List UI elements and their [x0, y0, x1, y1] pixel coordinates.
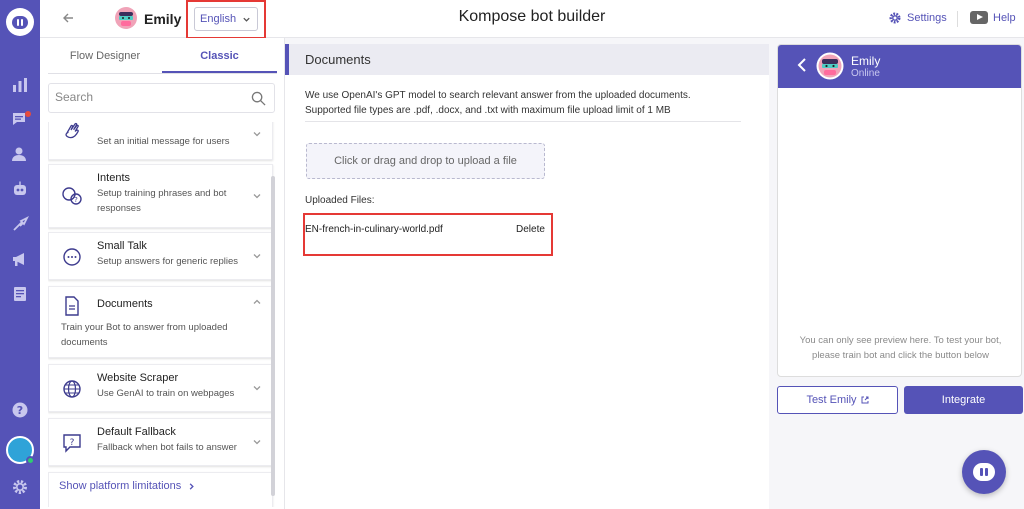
tab-classic[interactable]: Classic — [162, 46, 277, 73]
chat-bubble-icon — [973, 463, 995, 481]
chevron-down-icon[interactable] — [252, 250, 262, 260]
users-icon[interactable] — [11, 145, 29, 163]
list-item-small-talk[interactable]: Small Talk Setup answers for generic rep… — [48, 232, 273, 280]
documents-info: We use OpenAI's GPT model to search rele… — [305, 88, 725, 118]
settings-icon[interactable] — [11, 478, 29, 496]
help-icon[interactable]: ? — [11, 401, 29, 419]
analytics-icon[interactable] — [11, 76, 29, 94]
reports-icon[interactable] — [11, 285, 29, 303]
builder-tabs: Flow Designer Classic — [48, 46, 277, 73]
test-bot-button[interactable]: Test Emily — [777, 386, 898, 414]
fallback-icon: ? — [61, 432, 83, 454]
list-item-documents[interactable]: Documents Train your Bot to answer from … — [48, 286, 273, 358]
list-item-desc: Set an initial message for users — [97, 136, 230, 147]
file-upload-dropzone[interactable]: Click or drag and drop to upload a file — [306, 143, 545, 179]
chevron-down-icon[interactable] — [252, 190, 262, 200]
settings-label: Settings — [907, 12, 947, 24]
test-bot-label: Test Emily — [806, 394, 857, 406]
bot-name: Emily — [144, 11, 182, 27]
bot-avatar — [114, 6, 138, 30]
youtube-icon — [970, 11, 988, 24]
language-value: English — [200, 13, 237, 25]
notification-dot — [25, 111, 31, 117]
list-item-default-fallback[interactable]: ? Default Fallback Fallback when bot fai… — [48, 418, 273, 466]
list-item-desc: Use GenAI to train on webpages — [97, 388, 235, 399]
intents-icon: ? — [61, 185, 83, 207]
left-rail: ? — [0, 0, 40, 509]
back-arrow-icon[interactable] — [60, 10, 76, 26]
delete-file-button[interactable]: Delete — [516, 224, 545, 235]
preview-note: You can only see preview here. To test y… — [778, 333, 1021, 363]
top-bar: Emily English Kompose bot builder Settin… — [40, 0, 1024, 39]
list-item-desc: Setup training phrases and bot responses — [97, 188, 227, 214]
gear-icon — [889, 12, 901, 24]
list-item-desc: Fallback when bot fails to answer — [97, 442, 237, 453]
scrollbar[interactable] — [271, 176, 275, 496]
list-item-website-scraper[interactable]: Website Scraper Use GenAI to train on we… — [48, 364, 273, 412]
svg-text:?: ? — [74, 196, 78, 204]
help-label: Help — [993, 11, 1016, 24]
preview-note-line: You can only see preview here. To test y… — [799, 335, 1002, 346]
chevron-down-icon[interactable] — [252, 436, 262, 446]
list-item-title: Intents — [97, 172, 131, 184]
chat-status: Online — [851, 68, 880, 79]
search-box — [48, 83, 275, 113]
preview-note-line: please train bot and click the button be… — [812, 350, 989, 361]
uploaded-files-label: Uploaded Files: — [305, 195, 375, 206]
chevron-down-icon — [242, 15, 251, 24]
list-item-title: Website Scraper — [97, 372, 179, 384]
settings-button[interactable]: Settings — [888, 11, 947, 25]
wave-hand-icon — [61, 122, 83, 143]
user-avatar[interactable] — [6, 436, 35, 465]
tab-divider — [48, 73, 277, 74]
list-item-desc: Setup answers for generic replies — [97, 256, 238, 267]
integrations-icon[interactable] — [11, 215, 29, 233]
chat-bot-name: Emily — [851, 54, 881, 68]
document-icon — [61, 295, 83, 317]
feature-list: Set an initial message for users ? Inten… — [48, 122, 280, 507]
globe-icon — [61, 378, 83, 400]
chevron-up-icon[interactable] — [252, 296, 262, 306]
chat-launcher-button[interactable] — [962, 450, 1006, 494]
bot-avatar — [816, 52, 844, 80]
list-item-intents[interactable]: ? Intents Setup training phrases and bot… — [48, 164, 273, 228]
platform-limitations-label: Show platform limitations — [59, 480, 182, 492]
divider — [305, 121, 741, 122]
section-title: Documents — [285, 44, 769, 75]
chevron-left-icon[interactable] — [796, 58, 808, 72]
campaigns-icon[interactable] — [11, 250, 29, 268]
info-line: We use OpenAI's GPT model to search rele… — [305, 90, 691, 101]
platform-limitations-link[interactable]: Show platform limitations — [59, 480, 196, 492]
list-item-title: Small Talk — [97, 240, 147, 252]
svg-text:?: ? — [17, 404, 23, 417]
language-select[interactable]: English — [194, 7, 258, 31]
chevron-down-icon[interactable] — [252, 382, 262, 392]
documents-section: Documents We use OpenAI's GPT model to s… — [285, 44, 769, 509]
info-line: Supported file types are .pdf, .docx, an… — [305, 105, 671, 116]
chat-header: Emily Online — [778, 45, 1021, 88]
online-indicator — [26, 456, 35, 465]
list-item-title: Default Fallback — [97, 426, 176, 438]
divider — [957, 11, 958, 27]
chat-bubble-icon — [61, 246, 83, 268]
external-link-icon — [861, 396, 869, 404]
bot-builder-panel: Flow Designer Classic Set an initial mes… — [40, 38, 285, 509]
help-button[interactable]: Help — [970, 11, 1016, 24]
logo-icon[interactable] — [6, 8, 34, 36]
chevron-down-icon[interactable] — [252, 128, 262, 138]
chevron-right-icon — [189, 482, 195, 490]
list-item-desc: Train your Bot to answer from uploaded d… — [61, 322, 228, 348]
svg-text:?: ? — [70, 438, 75, 448]
search-icon[interactable] — [251, 91, 266, 106]
chat-preview: Emily Online You can only see preview he… — [777, 44, 1022, 377]
search-input[interactable] — [55, 90, 235, 104]
bot-icon[interactable] — [11, 180, 29, 198]
integrate-button[interactable]: Integrate — [904, 386, 1023, 414]
uploaded-file-name: EN-french-in-culinary-world.pdf — [305, 224, 443, 235]
tab-flow-designer[interactable]: Flow Designer — [48, 46, 162, 73]
list-item-welcome[interactable]: Set an initial message for users — [48, 122, 273, 160]
list-item-title: Documents — [97, 298, 153, 310]
